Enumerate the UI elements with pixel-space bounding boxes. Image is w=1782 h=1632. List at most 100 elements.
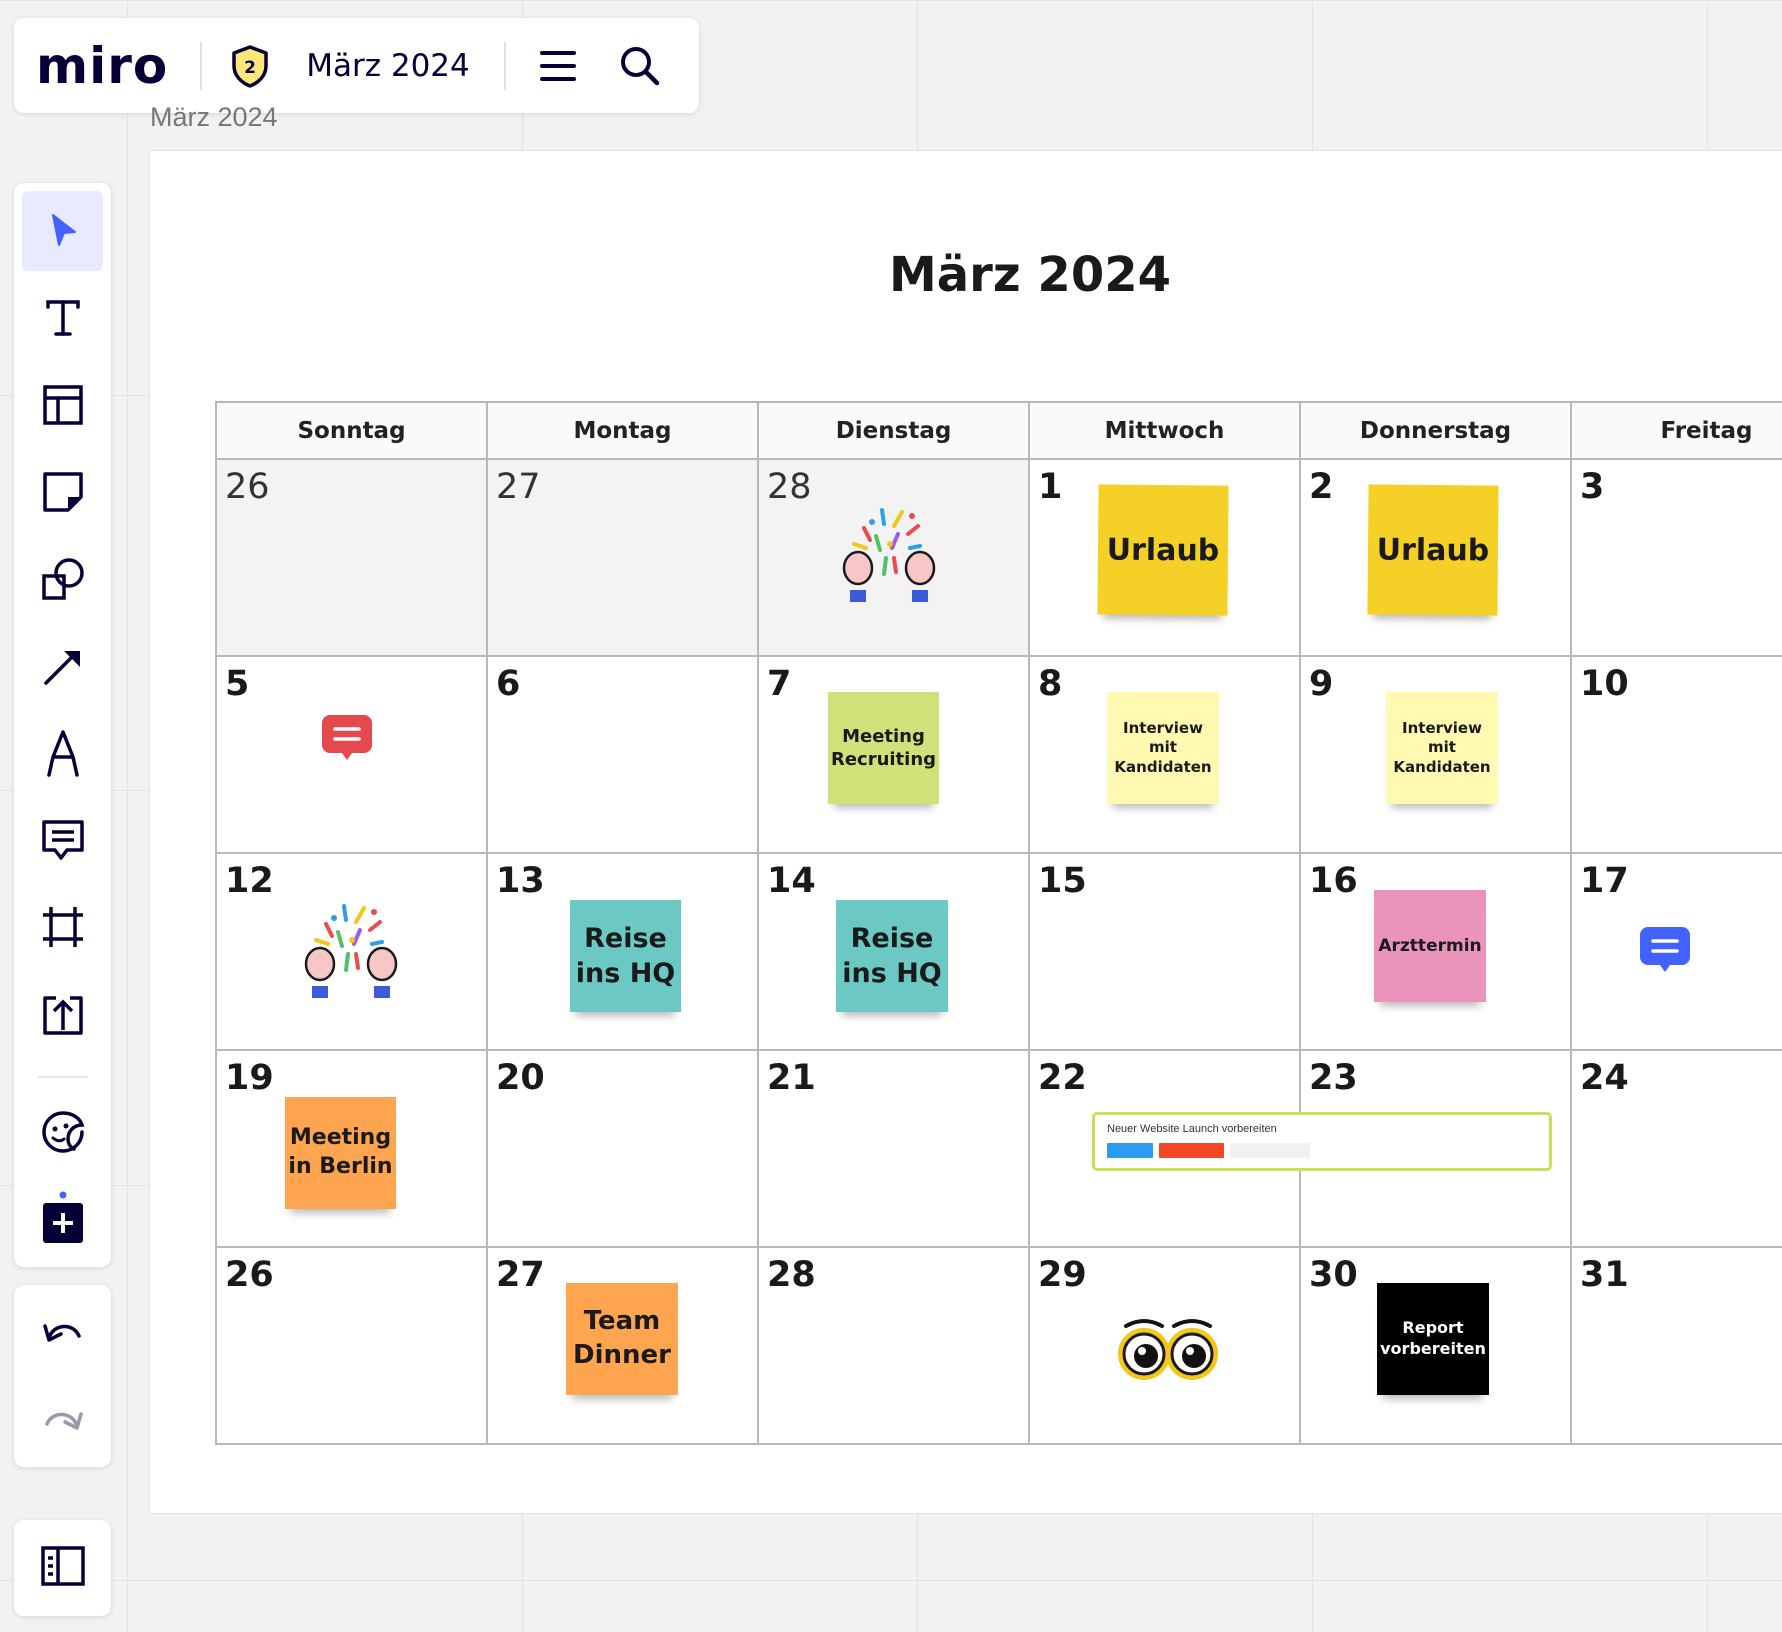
day-cell[interactable]: 6 xyxy=(488,657,759,854)
board-title[interactable]: März 2024 xyxy=(306,48,470,84)
day-number: 28 xyxy=(767,1255,816,1295)
calendar-week: 5 6 7 8 9 10 xyxy=(217,657,1782,854)
redo-icon[interactable] xyxy=(22,1379,103,1459)
day-number: 7 xyxy=(767,664,792,704)
weekday-header: Sonntag xyxy=(217,403,488,460)
calendar-title: März 2024 xyxy=(888,247,1172,303)
progress-segment xyxy=(1230,1143,1310,1158)
day-number: 10 xyxy=(1580,664,1629,704)
divider xyxy=(503,41,506,90)
day-number: 23 xyxy=(1309,1058,1358,1098)
day-number: 26 xyxy=(225,467,270,507)
upload-icon[interactable] xyxy=(22,974,103,1054)
sticky-note-reise-ins-hq[interactable]: Reise ins HQ xyxy=(836,900,948,1012)
arrow-line-icon[interactable] xyxy=(22,626,103,706)
sticky-note-reise-ins-hq[interactable]: Reise ins HQ xyxy=(570,900,681,1012)
toolbar-divider xyxy=(38,1076,88,1078)
calendar-frame[interactable]: März 2024 Sonntag Montag Dienstag Mittwo… xyxy=(149,150,1782,1514)
day-number: 22 xyxy=(1038,1058,1087,1098)
weekday-header: Mittwoch xyxy=(1030,403,1301,460)
select-cursor-icon[interactable] xyxy=(22,191,103,271)
day-cell[interactable]: 24 xyxy=(1572,1051,1782,1248)
top-bar: miro 2 März 2024 xyxy=(14,18,699,113)
templates-icon[interactable] xyxy=(22,365,103,445)
miro-logo[interactable]: miro xyxy=(36,41,168,91)
day-number: 16 xyxy=(1309,861,1358,901)
menu-icon[interactable] xyxy=(532,40,584,92)
panel-toggle-button[interactable] xyxy=(14,1520,111,1616)
text-icon[interactable] xyxy=(22,278,103,358)
svg-text:2: 2 xyxy=(244,58,256,78)
day-number: 30 xyxy=(1309,1255,1358,1295)
day-number: 31 xyxy=(1580,1255,1629,1295)
day-number: 13 xyxy=(496,861,545,901)
sticky-note-meeting-berlin[interactable]: Meeting in Berlin xyxy=(285,1097,396,1209)
day-number: 24 xyxy=(1580,1058,1629,1098)
day-number: 3 xyxy=(1580,467,1605,507)
shapes-icon[interactable] xyxy=(22,539,103,619)
comment-icon[interactable] xyxy=(22,800,103,880)
frame-icon[interactable] xyxy=(22,887,103,967)
history-toolbar xyxy=(14,1285,111,1467)
day-cell[interactable]: 21 xyxy=(759,1051,1030,1248)
undo-icon[interactable] xyxy=(22,1291,103,1371)
day-cell[interactable]: 15 xyxy=(1030,854,1301,1051)
day-number: 15 xyxy=(1038,861,1087,901)
progress-segment xyxy=(1107,1143,1153,1158)
panel-toggle-icon xyxy=(40,1545,86,1592)
pen-icon[interactable] xyxy=(22,713,103,793)
frame-label[interactable]: März 2024 xyxy=(150,104,278,134)
sticky-note-report[interactable]: Report vorbereiten xyxy=(1377,1283,1489,1395)
day-cell[interactable]: 26 xyxy=(217,460,488,657)
search-icon[interactable] xyxy=(614,40,666,92)
day-number: 21 xyxy=(767,1058,816,1098)
calendar-week: 12 13 14 15 16 17 xyxy=(217,854,1782,1051)
sticky-note-interview[interactable]: Interview mit Kandidaten xyxy=(1386,692,1498,804)
day-number: 27 xyxy=(496,467,541,507)
day-number: 6 xyxy=(496,664,521,704)
day-number: 28 xyxy=(767,467,812,507)
weekday-header: Donnerstag xyxy=(1301,403,1572,460)
weekday-header: Dienstag xyxy=(759,403,1030,460)
celebration-sticker-icon[interactable] xyxy=(296,896,406,1013)
day-cell[interactable]: 28 xyxy=(759,1248,1030,1445)
sticky-note-team-dinner[interactable]: Team Dinner xyxy=(566,1283,678,1395)
day-cell[interactable]: 27 xyxy=(488,460,759,657)
weekday-header: Montag xyxy=(488,403,759,460)
sticky-note-urlaub[interactable]: Urlaub xyxy=(1367,484,1499,616)
day-number: 9 xyxy=(1309,664,1334,704)
comment-marker-icon[interactable] xyxy=(320,713,374,768)
weekday-header: Freitag xyxy=(1572,403,1782,460)
sticky-note-icon[interactable] xyxy=(22,452,103,532)
project-progress xyxy=(1107,1143,1537,1158)
calendar-week: 26 27 28 1 2 3 xyxy=(217,460,1782,657)
comment-marker-icon[interactable] xyxy=(1638,925,1692,980)
stickers-icon[interactable] xyxy=(22,1092,103,1172)
sticky-note-meeting-recruiting[interactable]: Meeting Recruiting xyxy=(828,692,939,804)
calendar-week: 26 27 28 29 30 31 xyxy=(217,1248,1782,1445)
day-cell[interactable]: 10 xyxy=(1572,657,1782,854)
day-cell[interactable]: 26 xyxy=(217,1248,488,1445)
sticky-note-urlaub[interactable]: Urlaub xyxy=(1097,484,1229,616)
sticky-note-arzttermin[interactable]: Arzttermin xyxy=(1374,890,1486,1002)
add-apps-icon[interactable] xyxy=(22,1178,103,1258)
plan-badge-shield-icon[interactable]: 2 xyxy=(228,44,272,88)
eyes-sticker-icon[interactable] xyxy=(1114,1318,1222,1389)
sticky-note-interview[interactable]: Interview mit Kandidaten xyxy=(1107,692,1219,804)
divider xyxy=(200,41,203,90)
day-number: 19 xyxy=(225,1058,274,1098)
weekday-header-row: Sonntag Montag Dienstag Mittwoch Donners… xyxy=(217,403,1782,460)
project-card[interactable]: Neuer Website Launch vorbereiten xyxy=(1092,1112,1552,1171)
day-cell[interactable]: 3 xyxy=(1572,460,1782,657)
day-number: 26 xyxy=(225,1255,274,1295)
day-cell[interactable]: 31 xyxy=(1572,1248,1782,1445)
celebration-sticker-icon[interactable] xyxy=(834,500,944,617)
day-number: 27 xyxy=(496,1255,545,1295)
calendar-grid: Sonntag Montag Dienstag Mittwoch Donners… xyxy=(215,401,1782,1445)
day-number: 14 xyxy=(767,861,816,901)
day-number: 12 xyxy=(225,861,274,901)
day-number: 29 xyxy=(1038,1255,1087,1295)
progress-segment xyxy=(1159,1143,1224,1158)
day-cell[interactable]: 20 xyxy=(488,1051,759,1248)
day-number: 8 xyxy=(1038,664,1063,704)
